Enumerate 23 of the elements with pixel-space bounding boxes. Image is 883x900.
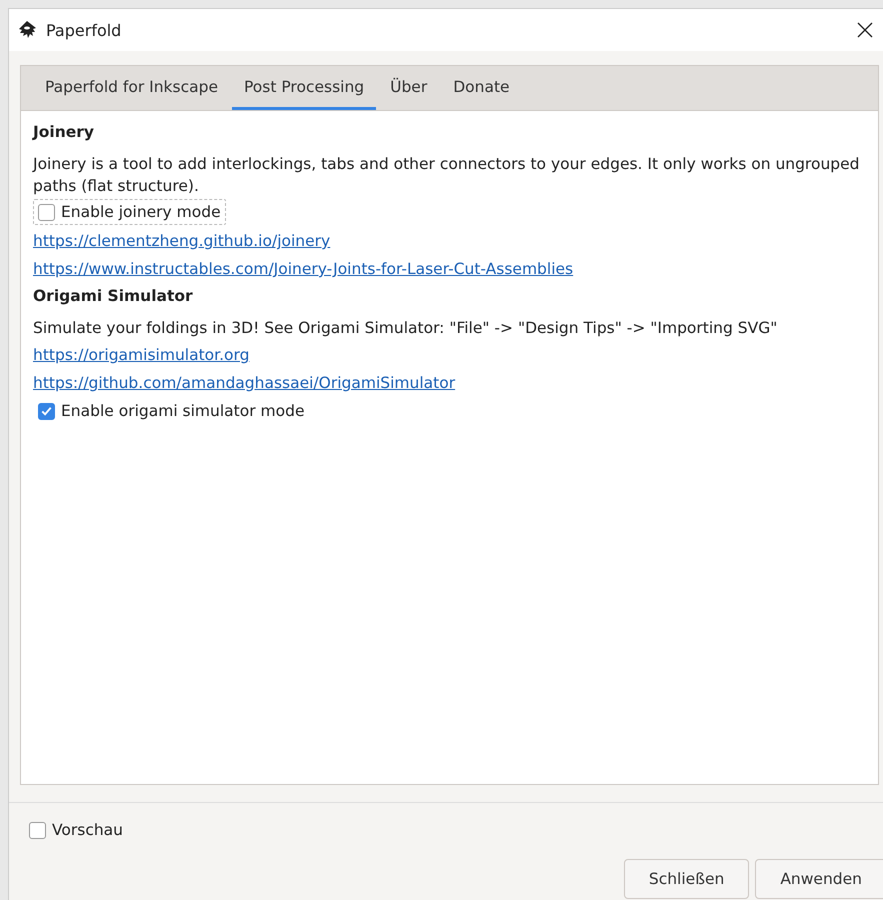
dialog-button[interactable]: Anwenden	[755, 859, 883, 899]
window-title: Paperfold	[46, 20, 122, 40]
description-text: Joinery is a tool to add interlockings, tabs and other connectors to your edges. It only works on ungrouped paths (flat structure).	[33, 154, 860, 197]
tab[interactable]: Donate	[441, 66, 522, 110]
section-heading: Origami Simulator	[33, 287, 194, 305]
checkbox[interactable]	[38, 402, 55, 420]
link[interactable]: https://clementzheng.github.io/joinery	[33, 232, 330, 250]
app-logo-icon	[17, 20, 37, 40]
tab[interactable]: Paperfold for Inkscape	[33, 66, 230, 110]
checkbox-label[interactable]: Enable joinery mode	[61, 203, 221, 221]
checkbox[interactable]	[29, 822, 46, 838]
link[interactable]: https://origamisimulator.org	[33, 346, 250, 364]
section-heading: Joinery	[33, 123, 96, 141]
checkbox-label[interactable]: Enable origami simulator mode	[61, 402, 304, 420]
checkbox[interactable]	[38, 204, 55, 220]
tab[interactable]: Post Processing	[232, 66, 376, 110]
checkbox-label[interactable]: Vorschau	[52, 821, 123, 839]
link[interactable]: https://www.instructables.com/Joinery-Joints-for-Laser-Cut-Assemblies	[33, 260, 574, 278]
description-text: Simulate your foldings in 3D! See Origami Simulator: "File" -> "Design Tips" -> "Importing SVG"	[33, 318, 778, 339]
link[interactable]: https://github.com/amandaghassaei/OrigamiSimulator	[33, 374, 456, 392]
dialog-button[interactable]: Schließen	[624, 859, 750, 899]
close-icon[interactable]	[857, 22, 873, 38]
tab[interactable]: Über	[378, 66, 440, 110]
